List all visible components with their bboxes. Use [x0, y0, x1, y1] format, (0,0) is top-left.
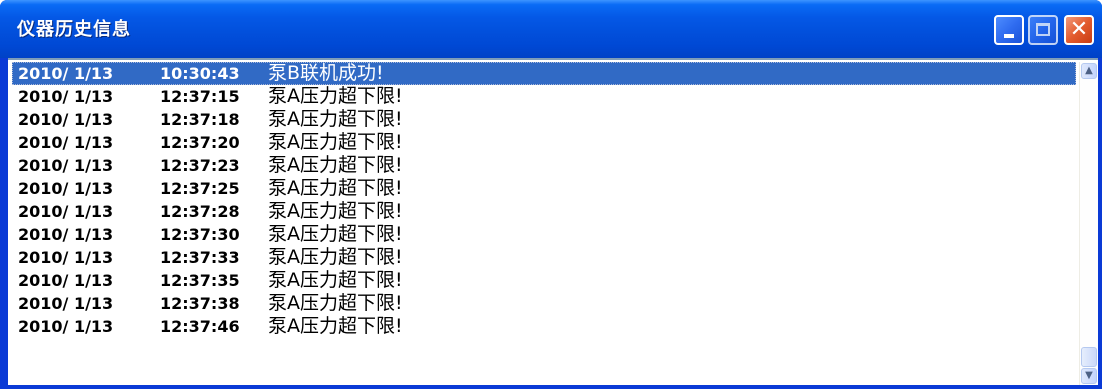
entry-message: 泵B联机成功!	[268, 62, 384, 84]
list-item[interactable]: 2010/ 1/13 12:37:23 泵A压力超下限!	[12, 154, 1076, 177]
entry-time: 12:37:15	[160, 87, 240, 106]
entry-message: 泵A压力超下限!	[268, 200, 403, 222]
entry-time: 12:37:46	[160, 317, 240, 336]
entry-time: 12:37:23	[160, 156, 240, 175]
entry-time: 12:37:38	[160, 294, 240, 313]
entry-date: 2010/ 1/13	[18, 202, 114, 221]
scroll-down-button[interactable]: ▼	[1081, 368, 1097, 384]
entry-time: 12:37:28	[160, 202, 240, 221]
entry-message: 泵A压力超下限!	[268, 223, 403, 245]
entry-date: 2010/ 1/13	[18, 179, 114, 198]
chevron-up-icon: ▲	[1085, 65, 1093, 76]
list-item[interactable]: 2010/ 1/13 12:37:28 泵A压力超下限!	[12, 200, 1076, 223]
maximize-icon	[1036, 23, 1050, 36]
list-item[interactable]: 2010/ 1/13 12:37:30 泵A压力超下限!	[12, 223, 1076, 246]
list-item[interactable]: 2010/ 1/13 12:37:46 泵A压力超下限!	[12, 315, 1076, 338]
list-item[interactable]: 2010/ 1/13 12:37:15 泵A压力超下限!	[12, 85, 1076, 108]
entry-time: 12:37:20	[160, 133, 240, 152]
entry-date: 2010/ 1/13	[18, 133, 114, 152]
list-item[interactable]: 2010/ 1/13 10:30:43 泵B联机成功!	[12, 62, 1076, 85]
list-item[interactable]: 2010/ 1/13 12:37:20 泵A压力超下限!	[12, 131, 1076, 154]
list-item[interactable]: 2010/ 1/13 12:37:18 泵A压力超下限!	[12, 108, 1076, 131]
entry-date: 2010/ 1/13	[18, 156, 114, 175]
list-item[interactable]: 2010/ 1/13 12:37:35 泵A压力超下限!	[12, 269, 1076, 292]
entry-message: 泵A压力超下限!	[268, 292, 403, 314]
entry-date: 2010/ 1/13	[18, 110, 114, 129]
entry-message: 泵A压力超下限!	[268, 315, 403, 337]
entry-time: 12:37:30	[160, 225, 240, 244]
chevron-down-icon: ▼	[1085, 370, 1093, 381]
entry-time: 12:37:18	[160, 110, 240, 129]
entry-time: 12:37:33	[160, 248, 240, 267]
list-item[interactable]: 2010/ 1/13 12:37:25 泵A压力超下限!	[12, 177, 1076, 200]
history-window: 仪器历史信息 ✕ 2010/ 1/13 10:30:43 泵B联机成功! 2010/ …	[0, 0, 1102, 389]
entry-time: 10:30:43	[160, 64, 240, 83]
minimize-button[interactable]	[994, 15, 1024, 45]
entry-date: 2010/ 1/13	[18, 225, 114, 244]
entry-time: 12:37:35	[160, 271, 240, 290]
entry-message: 泵A压力超下限!	[268, 269, 403, 291]
close-button[interactable]: ✕	[1064, 15, 1094, 45]
entry-date: 2010/ 1/13	[18, 248, 114, 267]
history-list[interactable]: 2010/ 1/13 10:30:43 泵B联机成功! 2010/ 1/13 12:37…	[12, 62, 1076, 385]
entry-date: 2010/ 1/13	[18, 87, 114, 106]
entry-message: 泵A压力超下限!	[268, 246, 403, 268]
scrollbar-thumb[interactable]	[1081, 347, 1097, 367]
entry-date: 2010/ 1/13	[18, 271, 114, 290]
window-title: 仪器历史信息	[17, 19, 131, 40]
entry-date: 2010/ 1/13	[18, 294, 114, 313]
minimize-icon	[1004, 34, 1014, 38]
vertical-scrollbar[interactable]: ▲ ▼	[1079, 62, 1098, 385]
entry-date: 2010/ 1/13	[18, 64, 114, 83]
maximize-button[interactable]	[1028, 15, 1058, 45]
close-icon: ✕	[1069, 17, 1089, 42]
list-item[interactable]: 2010/ 1/13 12:37:38 泵A压力超下限!	[12, 292, 1076, 315]
entry-date: 2010/ 1/13	[18, 317, 114, 336]
scroll-up-button[interactable]: ▲	[1081, 63, 1097, 79]
entry-message: 泵A压力超下限!	[268, 154, 403, 176]
entry-time: 12:37:25	[160, 179, 240, 198]
entry-message: 泵A压力超下限!	[268, 131, 403, 153]
client-area: 2010/ 1/13 10:30:43 泵B联机成功! 2010/ 1/13 12:37…	[8, 58, 1098, 385]
list-item[interactable]: 2010/ 1/13 12:37:33 泵A压力超下限!	[12, 246, 1076, 269]
entry-message: 泵A压力超下限!	[268, 177, 403, 199]
entry-message: 泵A压力超下限!	[268, 85, 403, 107]
title-bar[interactable]: 仪器历史信息 ✕	[0, 0, 1102, 58]
entry-message: 泵A压力超下限!	[268, 108, 403, 130]
